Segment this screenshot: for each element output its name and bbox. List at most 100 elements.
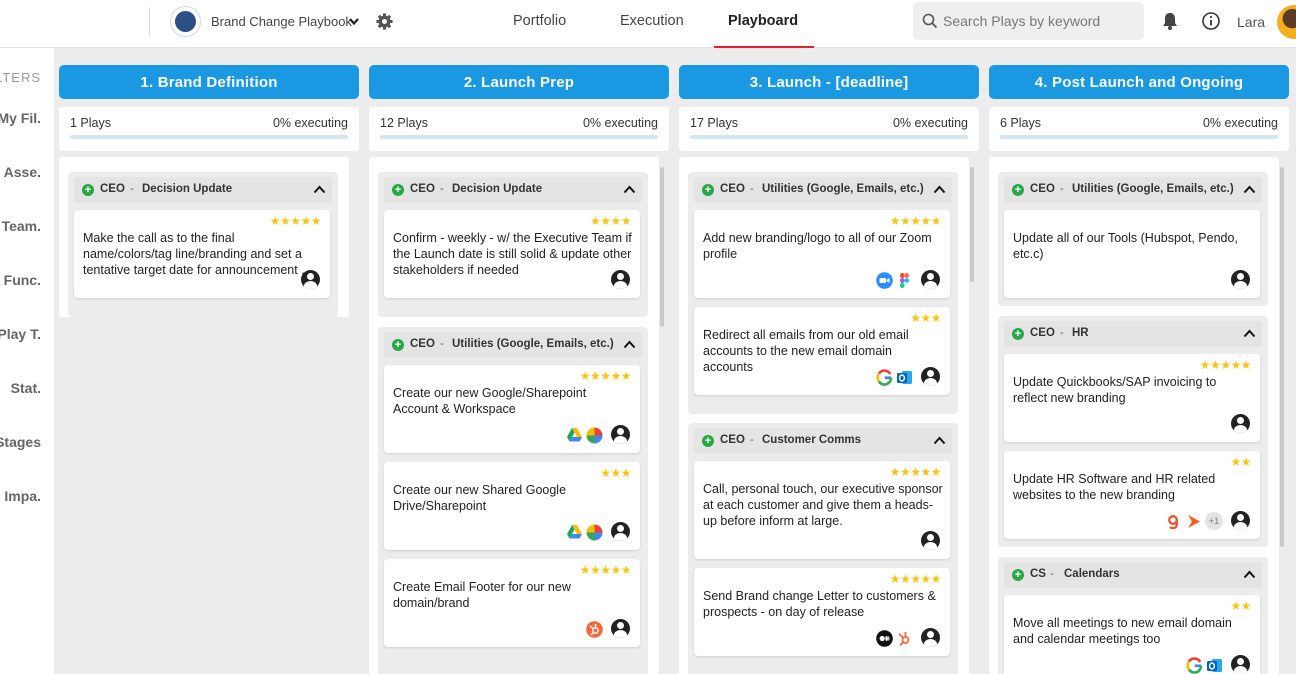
play-card[interactable]: ★★★ Redirect all emails from our old ema… [694, 307, 950, 395]
person-icon[interactable] [1231, 414, 1250, 433]
play-card[interactable]: ★★★ Create our new Shared Google Drive/S… [384, 462, 640, 550]
group-header[interactable]: + CEO - Customer Comms [694, 428, 952, 454]
column-title[interactable]: 1. Brand Definition [59, 65, 359, 99]
bell-icon[interactable] [1160, 11, 1180, 31]
filter-play-type[interactable]: Play T. [0, 326, 41, 342]
nav-tab-playboard[interactable]: Playboard [728, 13, 798, 29]
chevron-up-icon[interactable] [313, 184, 326, 195]
add-play-icon[interactable]: + [392, 184, 404, 196]
play-card[interactable]: ★★★★★ Create Email Footer for our new do… [384, 559, 640, 647]
info-icon[interactable] [1201, 11, 1221, 31]
hubspot-sprocket-icon[interactable] [896, 630, 913, 647]
play-card[interactable]: ★★★★★ Send Brand change Letter to custom… [694, 568, 950, 656]
filter-assets[interactable]: Asse. [4, 164, 41, 180]
chevron-up-icon[interactable] [933, 435, 946, 446]
search-box[interactable] [913, 2, 1144, 40]
group-header[interactable]: + CEO - Decision Update [74, 177, 332, 203]
filter-my-filters[interactable]: My Fil. [0, 110, 41, 126]
tool-icons: +1 [1165, 512, 1223, 530]
play-card[interactable]: ★★★★★ Make the call as to the final name… [74, 210, 330, 298]
chevron-down-icon[interactable] [348, 15, 360, 27]
play-card[interactable]: ★★★★★ Update Quickbooks/SAP invoicing to… [1004, 354, 1260, 442]
group-header[interactable]: + CEO - Utilities (Google, Emails, etc.) [384, 332, 642, 358]
filter-status[interactable]: Stat. [11, 380, 41, 396]
google-drive-icon[interactable] [566, 524, 583, 541]
person-icon[interactable] [611, 425, 630, 444]
group-header[interactable]: + CEO - Utilities (Google, Emails, etc.) [1004, 177, 1262, 203]
person-icon[interactable] [611, 619, 630, 638]
playbook-name[interactable]: Brand Change Playbook [211, 14, 352, 29]
medium-icon[interactable] [876, 629, 893, 647]
play-card[interactable]: ★★★★★ Add new branding/logo to all of ou… [694, 210, 950, 298]
rating-stars: ★★★★★ [889, 572, 942, 586]
group-header[interactable]: + CEO - Decision Update [384, 177, 642, 203]
chevron-up-icon[interactable] [623, 339, 636, 350]
play-card[interactable]: Update all of our Tools (Hubspot, Pendo,… [1004, 210, 1260, 298]
add-play-icon[interactable]: + [702, 184, 714, 196]
person-icon[interactable] [611, 270, 630, 289]
add-play-icon[interactable]: + [82, 184, 94, 196]
chevron-up-icon[interactable] [1243, 328, 1256, 339]
chevron-up-icon[interactable] [933, 184, 946, 195]
group-header[interactable]: + CEO - HR [1004, 321, 1262, 347]
chevron-up-icon[interactable] [623, 184, 636, 195]
play-group: + CEO - Decision Update ★★★★★ Make the c… [68, 172, 338, 317]
person-icon[interactable] [921, 531, 940, 550]
figma-icon[interactable] [896, 272, 913, 289]
group-header[interactable]: + CS - Calendars [1004, 562, 1262, 588]
filter-team[interactable]: Team. [2, 218, 41, 234]
nav-tab-portfolio[interactable]: Portfolio [513, 13, 566, 29]
add-play-icon[interactable]: + [702, 435, 714, 447]
person-icon[interactable] [921, 270, 940, 289]
add-play-icon[interactable]: + [1012, 328, 1024, 340]
outlook-icon[interactable] [1206, 657, 1223, 674]
add-play-icon[interactable]: + [1012, 569, 1024, 581]
google-icon[interactable] [1186, 656, 1203, 674]
group-category: Utilities (Google, Emails, etc.) [452, 338, 614, 350]
person-icon[interactable] [1231, 511, 1250, 530]
add-play-icon[interactable]: + [1012, 184, 1024, 196]
extra-tools-count[interactable]: +1 [1205, 512, 1223, 530]
play-card[interactable]: ★★★★★ Create our new Google/Sharepoint A… [384, 365, 640, 453]
search-input[interactable] [943, 11, 1138, 31]
google-workspace-icon[interactable] [586, 427, 603, 444]
google-icon[interactable] [876, 368, 893, 386]
filter-function[interactable]: Func. [4, 272, 41, 288]
person-icon[interactable] [1231, 655, 1250, 674]
g2-icon[interactable] [1165, 513, 1182, 530]
column-title[interactable]: 4. Post Launch and Ongoing [989, 65, 1289, 99]
column-title[interactable]: 3. Launch - [deadline] [679, 65, 979, 99]
google-workspace-icon[interactable] [586, 524, 603, 541]
play-card[interactable]: ★★ Move all meetings to new email domain… [1004, 595, 1260, 674]
tool-icons [876, 368, 913, 386]
hubspot-icon[interactable] [586, 620, 603, 638]
chevron-up-icon[interactable] [1243, 569, 1256, 580]
outlook-icon[interactable] [896, 369, 913, 386]
filter-stages[interactable]: Stages [0, 434, 41, 450]
play-text: Update all of our Tools (Hubspot, Pendo,… [1013, 231, 1238, 261]
playbook-logo-icon[interactable] [170, 6, 201, 37]
scrollbar[interactable] [660, 167, 664, 327]
person-icon[interactable] [301, 270, 320, 289]
person-icon[interactable] [1231, 270, 1250, 289]
arrow-app-icon[interactable] [1185, 513, 1202, 530]
nav-tab-execution[interactable]: Execution [620, 13, 684, 29]
play-card[interactable]: ★★★★ Confirm - weekly - w/ the Executive… [384, 210, 640, 298]
group-header[interactable]: + CEO - Utilities (Google, Emails, etc.) [694, 177, 952, 203]
scrollbar[interactable] [970, 167, 974, 282]
user-name[interactable]: Lara [1237, 14, 1265, 30]
chevron-up-icon[interactable] [1243, 184, 1256, 195]
person-icon[interactable] [921, 367, 940, 386]
scrollbar[interactable] [1280, 167, 1284, 547]
column-title[interactable]: 2. Launch Prep [369, 65, 669, 99]
person-icon[interactable] [921, 628, 940, 647]
add-play-icon[interactable]: + [392, 339, 404, 351]
person-icon[interactable] [611, 522, 630, 541]
gear-icon[interactable] [375, 12, 394, 31]
avatar[interactable] [1277, 5, 1296, 39]
google-drive-icon[interactable] [566, 427, 583, 444]
play-card[interactable]: ★★★★★ Call, personal touch, our executiv… [694, 461, 950, 559]
zoom-icon[interactable] [876, 271, 893, 289]
filter-impact[interactable]: Impa. [4, 488, 41, 504]
play-card[interactable]: ★★ Update HR Software and HR related web… [1004, 451, 1260, 539]
